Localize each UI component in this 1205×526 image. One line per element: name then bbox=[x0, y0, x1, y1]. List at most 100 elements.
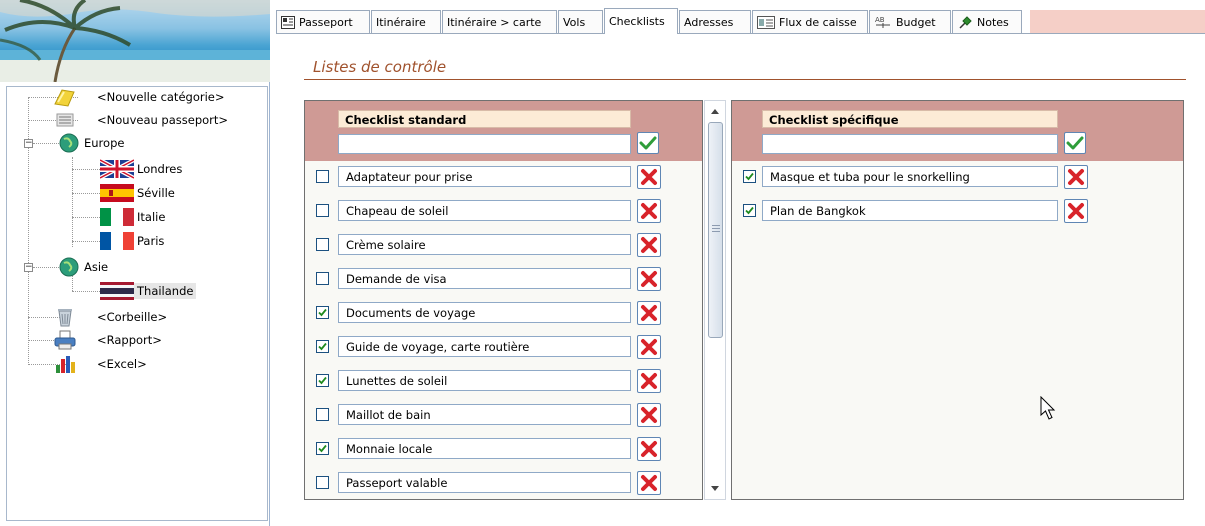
tab-label: Flux de caisse bbox=[779, 15, 857, 29]
red-x-icon bbox=[641, 339, 657, 355]
red-x-icon bbox=[641, 407, 657, 423]
tree-item-seville[interactable]: Séville bbox=[100, 182, 178, 204]
tree-label: Thailande bbox=[134, 283, 197, 299]
red-x-icon bbox=[641, 237, 657, 253]
tree-item-paris[interactable]: Paris bbox=[100, 230, 167, 252]
item-checkbox[interactable] bbox=[316, 374, 329, 387]
globe-icon bbox=[59, 257, 79, 277]
item-text-field[interactable]: Crème solaire bbox=[338, 234, 631, 255]
tab-adresses[interactable]: Adresses bbox=[679, 10, 751, 33]
delete-item-button[interactable] bbox=[1064, 165, 1088, 189]
item-checkbox[interactable] bbox=[316, 340, 329, 353]
tree-label: Londres bbox=[137, 162, 183, 176]
delete-item-button[interactable] bbox=[637, 335, 661, 359]
tree-label: <Excel> bbox=[97, 357, 147, 371]
tree-label: <Nouveau passeport> bbox=[97, 113, 229, 127]
delete-item-button[interactable] bbox=[637, 403, 661, 427]
folder-yellow-icon bbox=[54, 89, 75, 107]
tab-label: Adresses bbox=[684, 15, 734, 29]
delete-item-button[interactable] bbox=[637, 233, 661, 257]
tree-item-italie[interactable]: Italie bbox=[100, 206, 168, 228]
checklist-row: Masque et tuba pour le snorkelling bbox=[732, 165, 1183, 189]
tree-item-new-passport[interactable]: <Nouveau passeport> bbox=[52, 109, 231, 131]
item-text-field[interactable]: Passeport valable bbox=[338, 472, 631, 493]
tree-item-new-category[interactable]: <Nouvelle catégorie> bbox=[52, 86, 228, 108]
delete-item-button[interactable] bbox=[637, 471, 661, 495]
item-text-field[interactable]: Maillot de bain bbox=[338, 404, 631, 425]
tab-label: Itinéraire bbox=[376, 15, 426, 29]
navigation-pane: − − <Nouvelle catégorie> <Nouveau passep… bbox=[0, 0, 270, 526]
collapse-europe-toggle[interactable]: − bbox=[24, 139, 33, 148]
green-check-icon bbox=[1066, 136, 1084, 150]
red-x-icon bbox=[1068, 169, 1084, 185]
red-x-icon bbox=[641, 441, 657, 457]
item-checkbox[interactable] bbox=[316, 306, 329, 319]
item-checkbox[interactable] bbox=[316, 408, 329, 421]
tab-flux-de-caisse[interactable]: Flux de caisse bbox=[752, 10, 868, 33]
item-text-field[interactable]: Masque et tuba pour le snorkelling bbox=[762, 166, 1058, 187]
tab-passeport[interactable]: Passeport bbox=[276, 10, 370, 33]
mouse-cursor-icon bbox=[1040, 396, 1056, 420]
specific-new-item-input[interactable] bbox=[762, 134, 1058, 154]
item-text-field[interactable]: Lunettes de soleil bbox=[338, 370, 631, 391]
tree-item-asie[interactable]: Asie bbox=[57, 256, 111, 278]
item-text-field[interactable]: Demande de visa bbox=[338, 268, 631, 289]
tree-item-excel[interactable]: <Excel> bbox=[52, 353, 150, 375]
tree-item-rapport[interactable]: <Rapport> bbox=[52, 329, 165, 351]
delete-item-button[interactable] bbox=[637, 165, 661, 189]
checkmark-icon bbox=[318, 308, 327, 317]
tab-checklists[interactable]: Checklists bbox=[604, 8, 678, 34]
tab-label: Notes bbox=[977, 15, 1009, 29]
item-checkbox[interactable] bbox=[743, 204, 756, 217]
item-text-field[interactable]: Plan de Bangkok bbox=[762, 200, 1058, 221]
item-text-field[interactable]: Guide de voyage, carte routière bbox=[338, 336, 631, 357]
item-checkbox[interactable] bbox=[316, 170, 329, 183]
delete-item-button[interactable] bbox=[637, 199, 661, 223]
france-flag-icon bbox=[100, 232, 134, 250]
item-checkbox[interactable] bbox=[316, 204, 329, 217]
standard-add-button[interactable] bbox=[637, 132, 659, 154]
specific-add-button[interactable] bbox=[1064, 132, 1086, 154]
delete-item-button[interactable] bbox=[637, 267, 661, 291]
tab-vols[interactable]: Vols bbox=[558, 10, 603, 33]
delete-item-button[interactable] bbox=[637, 301, 661, 325]
checklist-row: Maillot de bain bbox=[305, 403, 702, 427]
item-checkbox[interactable] bbox=[743, 170, 756, 183]
tab-budget[interactable]: AB Budget bbox=[869, 10, 951, 33]
standard-checklist-title: Checklist standard bbox=[338, 110, 631, 128]
tree-item-corbeille[interactable]: <Corbeille> bbox=[52, 306, 170, 328]
budget-icon: AB bbox=[875, 16, 890, 28]
palm-beach-image bbox=[0, 0, 270, 82]
checklist-row: Monnaie locale bbox=[305, 437, 702, 461]
tree-item-thailande[interactable]: Thailande bbox=[100, 280, 197, 302]
checklist-row: Guide de voyage, carte routière bbox=[305, 335, 702, 359]
item-text-field[interactable]: Monnaie locale bbox=[338, 438, 631, 459]
globe-icon bbox=[59, 133, 79, 153]
item-text-field[interactable]: Documents de voyage bbox=[338, 302, 631, 323]
scrollbar-thumb[interactable] bbox=[708, 122, 723, 338]
tab-itineraire-carte[interactable]: Itinéraire > carte bbox=[442, 10, 557, 33]
delete-item-button[interactable] bbox=[637, 437, 661, 461]
passport-icon bbox=[281, 15, 295, 29]
tab-itineraire[interactable]: Itinéraire bbox=[371, 10, 441, 33]
tree-item-europe[interactable]: Europe bbox=[57, 132, 127, 154]
tree-label: Europe bbox=[84, 136, 125, 150]
item-text-field[interactable]: Adaptateur pour prise bbox=[338, 166, 631, 187]
tree-item-londres[interactable]: Londres bbox=[100, 158, 185, 180]
standard-list-scrollbar[interactable] bbox=[704, 100, 726, 500]
collapse-asia-toggle[interactable]: − bbox=[24, 263, 33, 272]
item-checkbox[interactable] bbox=[316, 476, 329, 489]
delete-item-button[interactable] bbox=[1064, 199, 1088, 223]
delete-item-button[interactable] bbox=[637, 369, 661, 393]
tree-label: Séville bbox=[137, 186, 175, 200]
item-text-field[interactable]: Chapeau de soleil bbox=[338, 200, 631, 221]
tree-label: <Corbeille> bbox=[97, 310, 168, 324]
standard-new-item-input[interactable] bbox=[338, 134, 631, 154]
item-checkbox[interactable] bbox=[316, 272, 329, 285]
scroll-up-arrow-icon[interactable] bbox=[705, 106, 725, 116]
scroll-down-arrow-icon[interactable] bbox=[705, 484, 725, 494]
item-checkbox[interactable] bbox=[316, 238, 329, 251]
specific-checklist-header: Checklist spécifique bbox=[732, 101, 1183, 161]
item-checkbox[interactable] bbox=[316, 442, 329, 455]
tab-notes[interactable]: Notes bbox=[952, 10, 1022, 33]
